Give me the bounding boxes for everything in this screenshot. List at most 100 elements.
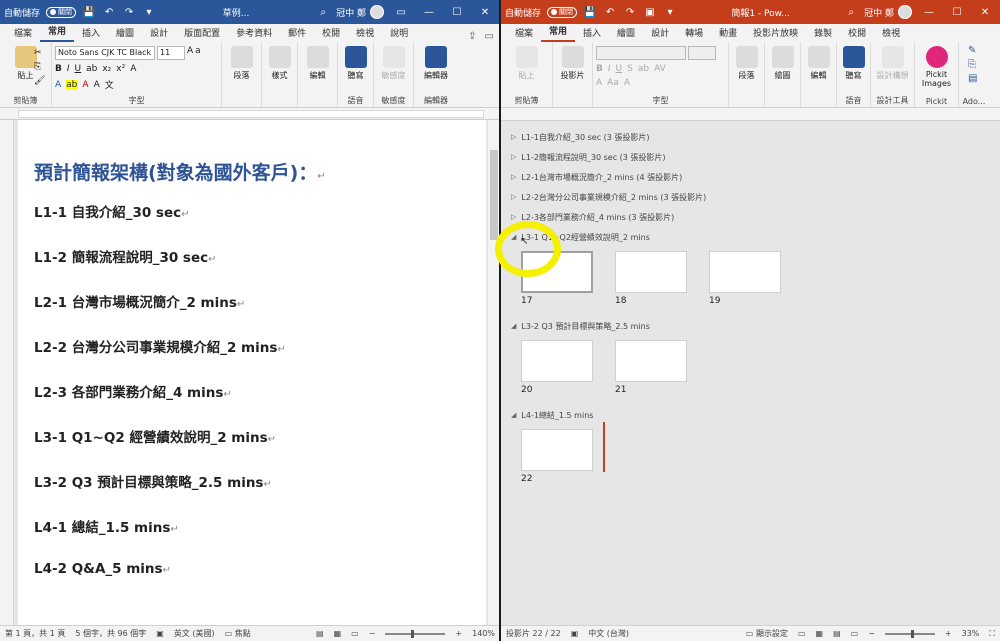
phonetic-icon[interactable]: 文 (105, 78, 114, 91)
proofing-icon[interactable]: ▣ (571, 629, 579, 638)
customize-qat-icon[interactable]: ▾ (142, 7, 156, 18)
italic-icon[interactable]: I (67, 64, 70, 74)
expand-icon[interactable]: ▷ (511, 213, 516, 221)
slide-sorter-icon[interactable]: ▦ (816, 629, 824, 638)
undo-icon[interactable]: ↶ (102, 7, 116, 18)
shrink-font-icon[interactable]: a (195, 46, 201, 60)
addin-icon[interactable]: ▤ (968, 72, 986, 86)
addin-icon[interactable]: ⎘ (968, 58, 986, 72)
section-header[interactable]: ▷ L1-1自我介紹_30 sec (3 張投影片) (501, 127, 1000, 147)
tab-file[interactable]: 檔案 (507, 26, 541, 42)
tab-animations[interactable]: 動畫 (711, 26, 745, 42)
undo-icon[interactable]: ↶ (603, 7, 617, 18)
slide-count[interactable]: 投影片 22 / 22 (506, 628, 561, 639)
zoom-level[interactable]: 140% (472, 629, 495, 638)
share-icon[interactable]: ⇪ (468, 31, 476, 42)
slide-thumbnail[interactable]: 19 (709, 251, 781, 306)
editing-button[interactable]: 編輯 (301, 44, 334, 81)
web-layout-icon[interactable]: ▭ (351, 629, 359, 638)
font-name-field[interactable]: Noto Sans CJK TC Black (55, 46, 155, 60)
font-size-field[interactable]: 11 (157, 46, 185, 60)
section-header[interactable]: ▷ L2-2台灣分公司事業規模介紹_2 mins (3 張投影片) (501, 187, 1000, 207)
reading-view-icon[interactable]: ▤ (833, 629, 841, 638)
tab-view[interactable]: 檢視 (348, 26, 382, 42)
slide-thumbnail[interactable]: 20 (521, 340, 593, 395)
zoom-slider[interactable] (884, 629, 935, 638)
tab-transitions[interactable]: 轉場 (677, 26, 711, 42)
expand-icon[interactable]: ▷ (511, 133, 516, 141)
copy-icon[interactable]: ⎘ (34, 60, 45, 74)
styles-button[interactable]: 樣式 (265, 44, 294, 81)
cut-icon[interactable]: ✂ (34, 46, 45, 60)
grow-font-icon[interactable]: A (187, 46, 193, 60)
comments-icon[interactable]: ▭ (485, 31, 494, 42)
close-button[interactable]: ✕ (474, 7, 496, 18)
strikethrough-icon[interactable]: ab (86, 64, 97, 74)
expand-icon[interactable]: ▷ (511, 193, 516, 201)
page-count[interactable]: 第 1 頁，共 1 頁 (5, 628, 65, 639)
tab-design[interactable]: 設計 (142, 26, 176, 42)
slide-thumbnail[interactable]: 21 (615, 340, 687, 395)
tab-file[interactable]: 檔案 (6, 26, 40, 42)
tab-home[interactable]: 常用 (40, 24, 75, 42)
tab-draw[interactable]: 繪圖 (609, 26, 643, 42)
tab-insert[interactable]: 插入 (74, 26, 108, 42)
drawing-button[interactable]: 繪圖 (768, 44, 797, 81)
tab-insert[interactable]: 插入 (575, 26, 609, 42)
tab-help[interactable]: 說明 (382, 26, 416, 42)
underline-icon[interactable]: U (75, 64, 82, 74)
display-settings[interactable]: ▭ 顯示設定 (746, 628, 788, 639)
paragraph-button[interactable]: 段落 (732, 44, 761, 81)
subscript-icon[interactable]: x₂ (102, 64, 111, 74)
maximize-button[interactable]: ☐ (446, 7, 468, 18)
language[interactable]: 中文 (台灣) (588, 628, 629, 639)
minimize-button[interactable]: — (918, 7, 940, 18)
font-size-field[interactable] (688, 46, 716, 60)
ribbon-display-icon[interactable]: ▭ (390, 7, 412, 18)
zoom-level[interactable]: 33% (962, 629, 980, 638)
read-mode-icon[interactable]: ▤ (316, 629, 324, 638)
section-header[interactable]: ◢ L3-2 Q3 預計目標與策略_2.5 mins (501, 316, 1000, 336)
tab-slideshow[interactable]: 投影片放映 (745, 26, 806, 42)
highlight-icon[interactable]: ab (66, 79, 78, 90)
tab-review[interactable]: 校閱 (840, 26, 874, 42)
zoom-in-icon[interactable]: + (945, 629, 952, 638)
save-icon[interactable]: 💾 (82, 7, 96, 18)
zoom-out-icon[interactable]: − (369, 629, 376, 638)
editor-button[interactable]: 編輯器 (417, 44, 455, 81)
clear-format-icon[interactable]: A (130, 64, 136, 74)
section-header[interactable]: ▷ L2-3各部門業務介紹_4 mins (3 張投影片) (501, 207, 1000, 227)
tab-home[interactable]: 常用 (541, 24, 576, 42)
addin-icon[interactable]: ✎ (968, 44, 986, 58)
tab-references[interactable]: 參考資料 (228, 26, 280, 42)
tab-review[interactable]: 校閱 (314, 26, 348, 42)
paragraph-button[interactable]: 段落 (225, 44, 258, 81)
designer-button[interactable]: 設計構想 (874, 44, 911, 81)
close-button[interactable]: ✕ (974, 7, 996, 18)
collapse-icon[interactable]: ◢ (511, 411, 516, 419)
section-header[interactable]: ◢ L4-1總結_1.5 mins (501, 405, 1000, 425)
zoom-out-icon[interactable]: − (868, 629, 875, 638)
redo-icon[interactable]: ↷ (623, 7, 637, 18)
search-icon[interactable]: ⌕ (844, 7, 858, 18)
search-icon[interactable]: ⌕ (316, 7, 330, 18)
tab-view[interactable]: 檢視 (874, 26, 908, 42)
user-account[interactable]: 冠中 鄭 (864, 5, 912, 19)
proofing-icon[interactable]: ▣ (156, 629, 164, 638)
paste-button[interactable]: 貼上 (504, 44, 549, 81)
autosave-toggle[interactable]: 關閉 (46, 6, 77, 18)
dictate-button[interactable]: 聽寫 (840, 44, 867, 81)
zoom-in-icon[interactable]: + (455, 629, 462, 638)
slide-thumbnail[interactable]: 18 (615, 251, 687, 306)
section-header[interactable]: ▷ L1-2簡報流程說明_30 sec (3 張投影片) (501, 147, 1000, 167)
horizontal-ruler[interactable] (0, 108, 500, 120)
font-name-field[interactable] (596, 46, 686, 60)
char-shading-icon[interactable]: A (94, 80, 100, 90)
user-account[interactable]: 冠中 鄭 (336, 5, 384, 19)
pickit-button[interactable]: Pickit Images (918, 44, 955, 88)
expand-icon[interactable]: ▷ (511, 153, 516, 161)
sensitivity-button[interactable]: 敏感度 (377, 44, 410, 81)
minimize-button[interactable]: — (418, 7, 440, 18)
dictate-button[interactable]: 聽寫 (341, 44, 370, 81)
fit-slide-icon[interactable]: ⛶ (989, 629, 995, 639)
